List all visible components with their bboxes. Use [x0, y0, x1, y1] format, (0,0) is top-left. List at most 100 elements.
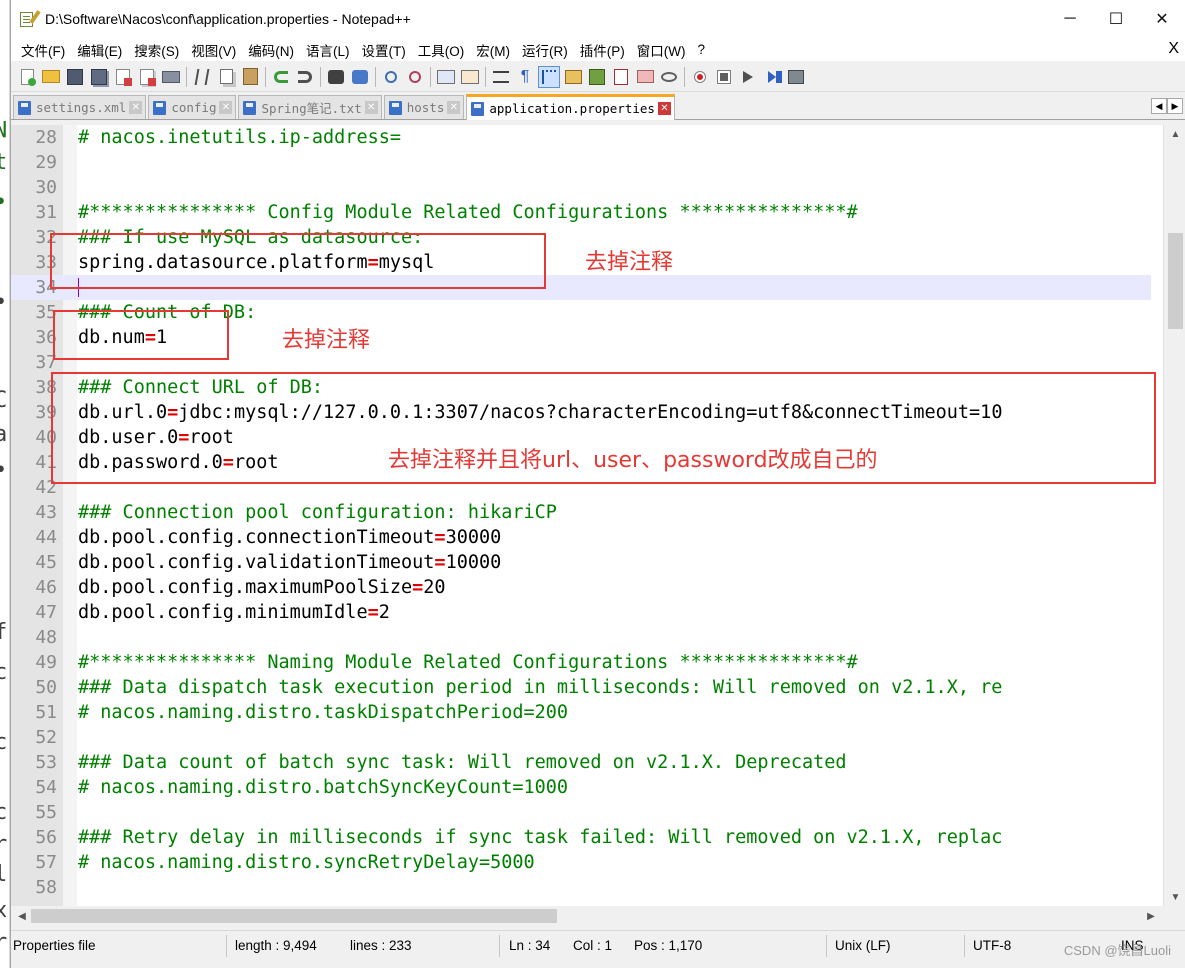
paste-icon[interactable] — [239, 66, 261, 88]
folder-as-workspace-icon[interactable] — [634, 66, 656, 88]
zoom-in-icon[interactable] — [380, 66, 402, 88]
menu-plugins[interactable]: 插件(P) — [574, 40, 631, 60]
open-file-icon[interactable] — [40, 66, 62, 88]
playback-macro-icon[interactable] — [737, 66, 759, 88]
undo-icon[interactable] — [270, 66, 292, 88]
code-line[interactable]: 29 — [11, 150, 1151, 175]
close-button[interactable]: ✕ — [1139, 0, 1185, 38]
save-all-icon[interactable] — [88, 66, 110, 88]
function-list-icon[interactable] — [610, 66, 632, 88]
show-all-characters-icon[interactable]: ¶ — [514, 66, 536, 88]
new-file-icon[interactable] — [16, 66, 38, 88]
code-line[interactable]: 47 db.pool.config.minimumIdle=2 — [11, 600, 1151, 625]
cut-icon[interactable] — [191, 66, 213, 88]
status-eol-format: Unix (LF) — [835, 938, 891, 953]
code-line[interactable]: 58 — [11, 875, 1151, 900]
tab-scroll-right-button[interactable]: ▶ — [1167, 98, 1183, 114]
horizontal-scroll-thumb[interactable] — [31, 909, 557, 923]
replace-icon[interactable] — [349, 66, 371, 88]
tab-hosts[interactable]: hosts ✕ — [383, 95, 465, 119]
scroll-up-arrow-icon[interactable]: ▲ — [1164, 125, 1185, 143]
maximize-button[interactable]: ☐ — [1093, 0, 1139, 38]
tab-close-icon[interactable]: ✕ — [657, 102, 671, 115]
code-line[interactable]: 30 — [11, 175, 1151, 200]
vertical-scroll-thumb[interactable] — [1168, 233, 1183, 329]
word-wrap-icon[interactable] — [490, 66, 512, 88]
close-document-x[interactable]: X — [1168, 40, 1179, 58]
tab-close-icon[interactable]: ✕ — [447, 101, 461, 114]
code-line[interactable]: 46 db.pool.config.maximumPoolSize=20 — [11, 575, 1151, 600]
property-value: 10000 — [445, 552, 502, 573]
code-line[interactable]: 57 # nacos.naming.distro.syncRetryDelay=5… — [11, 850, 1151, 875]
code-line[interactable]: 50 ### Data dispatch task execution perio… — [11, 675, 1151, 700]
menu-encoding[interactable]: 编码(N) — [242, 40, 300, 60]
run-macro-multiple-icon[interactable] — [761, 66, 783, 88]
annotation-note-db-num: 去掉注释 — [282, 328, 371, 353]
code-line[interactable]: 52 — [11, 725, 1151, 750]
menu-file[interactable]: 文件(F) — [15, 40, 71, 60]
csdn-watermark: CSDN @饶昌Luoli — [1063, 943, 1171, 958]
menu-window[interactable]: 窗口(W) — [631, 40, 692, 60]
code-line[interactable]: 48 — [11, 625, 1151, 650]
code-line[interactable]: 31 #*************** Config Module Related… — [11, 200, 1151, 225]
tab-config[interactable]: config ✕ — [148, 95, 237, 119]
tab-scroll-left-button[interactable]: ◀ — [1151, 98, 1167, 114]
vertical-scrollbar[interactable]: ▲ ▼ — [1163, 125, 1185, 906]
tab-close-icon[interactable]: ✕ — [219, 101, 233, 114]
print-icon[interactable] — [160, 66, 182, 88]
sync-horizontal-icon[interactable] — [459, 66, 481, 88]
save-icon[interactable] — [64, 66, 86, 88]
scroll-down-arrow-icon[interactable]: ▼ — [1164, 888, 1185, 906]
close-all-icon[interactable] — [136, 66, 158, 88]
tab-label: config — [171, 100, 217, 115]
tab-spring-notes[interactable]: Spring笔记.txt ✕ — [238, 95, 382, 119]
zoom-out-icon[interactable] — [404, 66, 426, 88]
code-line[interactable]: 55 — [11, 800, 1151, 825]
menu-view[interactable]: 视图(V) — [185, 40, 242, 60]
menu-tools[interactable]: 工具(O) — [412, 40, 471, 60]
code-line[interactable]: 45 db.pool.config.validationTimeout=10000 — [11, 550, 1151, 575]
tab-close-icon[interactable]: ✕ — [364, 101, 378, 114]
horizontal-scrollbar[interactable]: ◀ ▶ — [11, 906, 1185, 926]
save-macro-icon[interactable] — [785, 66, 807, 88]
text-editor[interactable]: 28 # nacos.inetutils.ip-address= 29 30 31 #**… — [11, 125, 1185, 906]
redo-icon[interactable] — [294, 66, 316, 88]
tab-settings-xml[interactable]: settings.xml ✕ — [13, 95, 147, 119]
tab-application-properties[interactable]: application.properties ✕ — [466, 94, 675, 120]
scroll-left-arrow-icon[interactable]: ◀ — [13, 906, 31, 926]
line-number: 29 — [35, 152, 57, 173]
scroll-right-arrow-icon[interactable]: ▶ — [1142, 906, 1160, 926]
code-line[interactable]: 51 # nacos.naming.distro.taskDispatchPeri… — [11, 700, 1151, 725]
define-language-icon[interactable] — [562, 66, 584, 88]
menu-language[interactable]: 语言(L) — [300, 40, 356, 60]
menu-macro[interactable]: 宏(M) — [470, 40, 516, 60]
comment-text: ### Retry delay in milliseconds if sync … — [78, 827, 1003, 848]
code-line[interactable]: 44 db.pool.config.connectionTimeout=30000 — [11, 525, 1151, 550]
menu-settings[interactable]: 设置(T) — [356, 40, 412, 60]
code-line[interactable]: 56 ### Retry delay in milliseconds if syn… — [11, 825, 1151, 850]
property-value: 20 — [423, 577, 446, 598]
indent-guide-icon[interactable] — [538, 65, 560, 88]
menu-search[interactable]: 搜索(S) — [128, 40, 185, 60]
close-file-icon[interactable] — [112, 66, 134, 88]
code-line[interactable]: 54 # nacos.naming.distro.batchSyncKeyCoun… — [11, 775, 1151, 800]
menu-run[interactable]: 运行(R) — [516, 40, 574, 60]
find-icon[interactable] — [325, 66, 347, 88]
line-number: 51 — [35, 702, 57, 723]
code-line[interactable]: 28 # nacos.inetutils.ip-address= — [11, 125, 1151, 150]
line-content: # nacos.naming.distro.syncRetryDelay=500… — [78, 850, 535, 875]
minimize-button[interactable]: ─ — [1047, 0, 1093, 38]
code-line[interactable]: 49 #*************** Naming Module Related… — [11, 650, 1151, 675]
document-map-icon[interactable] — [586, 66, 608, 88]
monitoring-icon[interactable] — [658, 66, 680, 88]
record-macro-icon[interactable] — [689, 66, 711, 88]
copy-icon[interactable] — [215, 66, 237, 88]
stop-recording-icon[interactable] — [713, 66, 735, 88]
tab-close-icon[interactable]: ✕ — [129, 101, 143, 114]
code-line[interactable]: 53 ### Data count of batch sync task: Wil… — [11, 750, 1151, 775]
menu-edit[interactable]: 编辑(E) — [71, 40, 128, 60]
line-number: 30 — [35, 177, 57, 198]
code-line[interactable]: 43 ### Connection pool configuration: hik… — [11, 500, 1151, 525]
menu-help[interactable]: ? — [691, 42, 711, 57]
sync-vertical-icon[interactable] — [435, 66, 457, 88]
